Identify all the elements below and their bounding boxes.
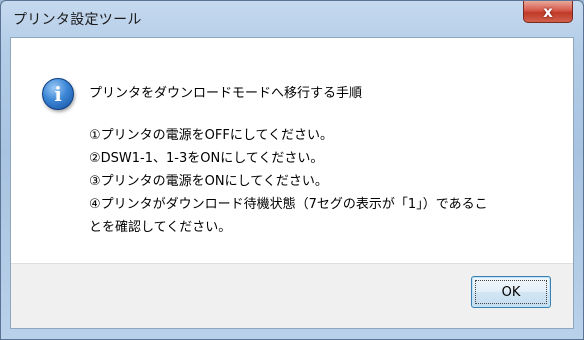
message-area: i プリンタをダウンロードモードへ移行する手順 ①プリンタの電源をOFFにしてく… bbox=[11, 38, 573, 264]
dialog-client-area: i プリンタをダウンロードモードへ移行する手順 ①プリンタの電源をOFFにしてく… bbox=[10, 37, 574, 329]
step-4-continued: とを確認してください。 bbox=[89, 220, 232, 235]
step-1: ①プリンタの電源をOFFにしてください。 bbox=[89, 128, 334, 143]
window-title: プリンタ設定ツール bbox=[13, 12, 142, 28]
close-button[interactable]: x bbox=[523, 1, 573, 23]
title-bar[interactable]: プリンタ設定ツール x bbox=[1, 1, 583, 35]
step-2: ②DSW1-1、1-3をONにしてください。 bbox=[89, 151, 324, 166]
focus-rectangle bbox=[475, 280, 547, 304]
information-icon-glyph: i bbox=[54, 82, 62, 106]
message-heading: プリンタをダウンロードモードへ移行する手順 bbox=[89, 86, 363, 101]
ok-button[interactable]: OK bbox=[471, 276, 551, 308]
dialog-window: プリンタ設定ツール x i プリンタをダウンロードモードへ移行する手順 ①プリン… bbox=[0, 0, 584, 340]
step-4: ④プリンタがダウンロード待機状態（7セグの表示が「1」）であるこ bbox=[89, 197, 488, 212]
information-icon: i bbox=[42, 78, 74, 110]
step-3: ③プリンタの電源をONにしてください。 bbox=[89, 174, 328, 189]
close-icon: x bbox=[543, 2, 553, 21]
